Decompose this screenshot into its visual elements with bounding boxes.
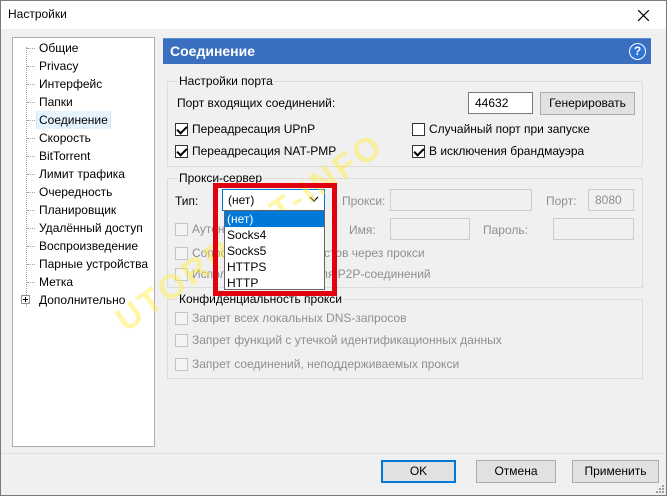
- sidebar-item-interface[interactable]: Интерфейс: [13, 75, 154, 93]
- sidebar-item-privacy[interactable]: Privacy: [13, 57, 154, 75]
- sidebar-item-connection[interactable]: Соединение: [13, 111, 154, 129]
- upnp-checkbox[interactable]: Переадресация UPnP: [175, 122, 315, 136]
- random-port-checkbox[interactable]: Случайный порт при запуске: [412, 122, 590, 136]
- sidebar-item-bittorrent[interactable]: BitTorrent: [13, 147, 154, 165]
- sidebar-item-remote[interactable]: Удалённый доступ: [13, 219, 154, 237]
- sidebar-item-queue[interactable]: Очередность: [13, 183, 154, 201]
- sidebar-item-general[interactable]: Общие: [13, 39, 154, 57]
- close-icon: [638, 9, 649, 21]
- sidebar-item-playback[interactable]: Воспроизведение: [13, 237, 154, 255]
- proxy-type-label: Тип:: [175, 194, 199, 208]
- title-bar: Настройки: [1, 1, 666, 29]
- dns-lookup-checkbox[interactable]: Запрет всех локальных DNS-запросов: [175, 311, 407, 325]
- checkbox-unchecked[interactable]: [412, 122, 425, 136]
- settings-window: Настройки Общие Privacy Интерфейс Папки …: [0, 0, 667, 496]
- login-label: Имя:: [349, 223, 376, 237]
- unsupported-connections-checkbox[interactable]: Запрет соединений, неподдерживаемых прок…: [175, 357, 459, 371]
- window-title: Настройки: [8, 7, 67, 21]
- sidebar-item-speed[interactable]: Скорость: [13, 129, 154, 147]
- section-header: Соединение ?: [163, 38, 651, 64]
- checkbox-checked[interactable]: [175, 144, 188, 158]
- login-input[interactable]: [390, 218, 470, 240]
- apply-button[interactable]: Применить: [572, 460, 659, 483]
- sidebar-item-paired-devices[interactable]: Парные устройства: [13, 255, 154, 273]
- sidebar-item-traffic-limit[interactable]: Лимит трафика: [13, 165, 154, 183]
- sidebar-item-label[interactable]: Метка: [13, 273, 154, 291]
- close-button[interactable]: [621, 1, 666, 29]
- expand-plus-icon[interactable]: [21, 295, 30, 304]
- sidebar-item-advanced[interactable]: Дополнительно: [13, 291, 154, 309]
- natpmp-checkbox[interactable]: Переадресация NAT-PMP: [175, 144, 336, 158]
- firewall-checkbox[interactable]: В исключения брандмауэра: [412, 144, 584, 158]
- section-title: Соединение: [170, 43, 256, 59]
- group-label-port-settings: Настройки порта: [177, 74, 275, 88]
- checkbox-checked[interactable]: [175, 122, 188, 136]
- highlight-annotation: [213, 183, 337, 296]
- proxy-port-input[interactable]: 8080: [588, 189, 634, 211]
- incoming-port-label: Порт входящих соединений:: [177, 96, 336, 110]
- incoming-port-input[interactable]: 44632: [468, 92, 533, 114]
- proxy-host-label: Прокси:: [342, 194, 386, 208]
- ok-button[interactable]: OK: [381, 460, 456, 483]
- generate-button[interactable]: Генерировать: [540, 92, 635, 115]
- checkbox-checked[interactable]: [412, 144, 425, 158]
- proxy-host-input[interactable]: [390, 189, 532, 211]
- resize-grip-icon[interactable]: [654, 483, 664, 493]
- identifying-features-checkbox[interactable]: Запрет функций с утечкой идентификационн…: [175, 333, 502, 347]
- help-icon[interactable]: ?: [629, 43, 646, 60]
- sidebar-item-folders[interactable]: Папки: [13, 93, 154, 111]
- dialog-footer: OK Отмена Применить: [1, 453, 666, 495]
- password-input[interactable]: [553, 218, 634, 240]
- settings-tree: Общие Privacy Интерфейс Папки Соединение…: [12, 37, 155, 447]
- sidebar-item-scheduler[interactable]: Планировщик: [13, 201, 154, 219]
- password-label: Пароль:: [483, 223, 528, 237]
- proxy-port-label: Порт:: [546, 194, 577, 208]
- cancel-button[interactable]: Отмена: [476, 460, 556, 483]
